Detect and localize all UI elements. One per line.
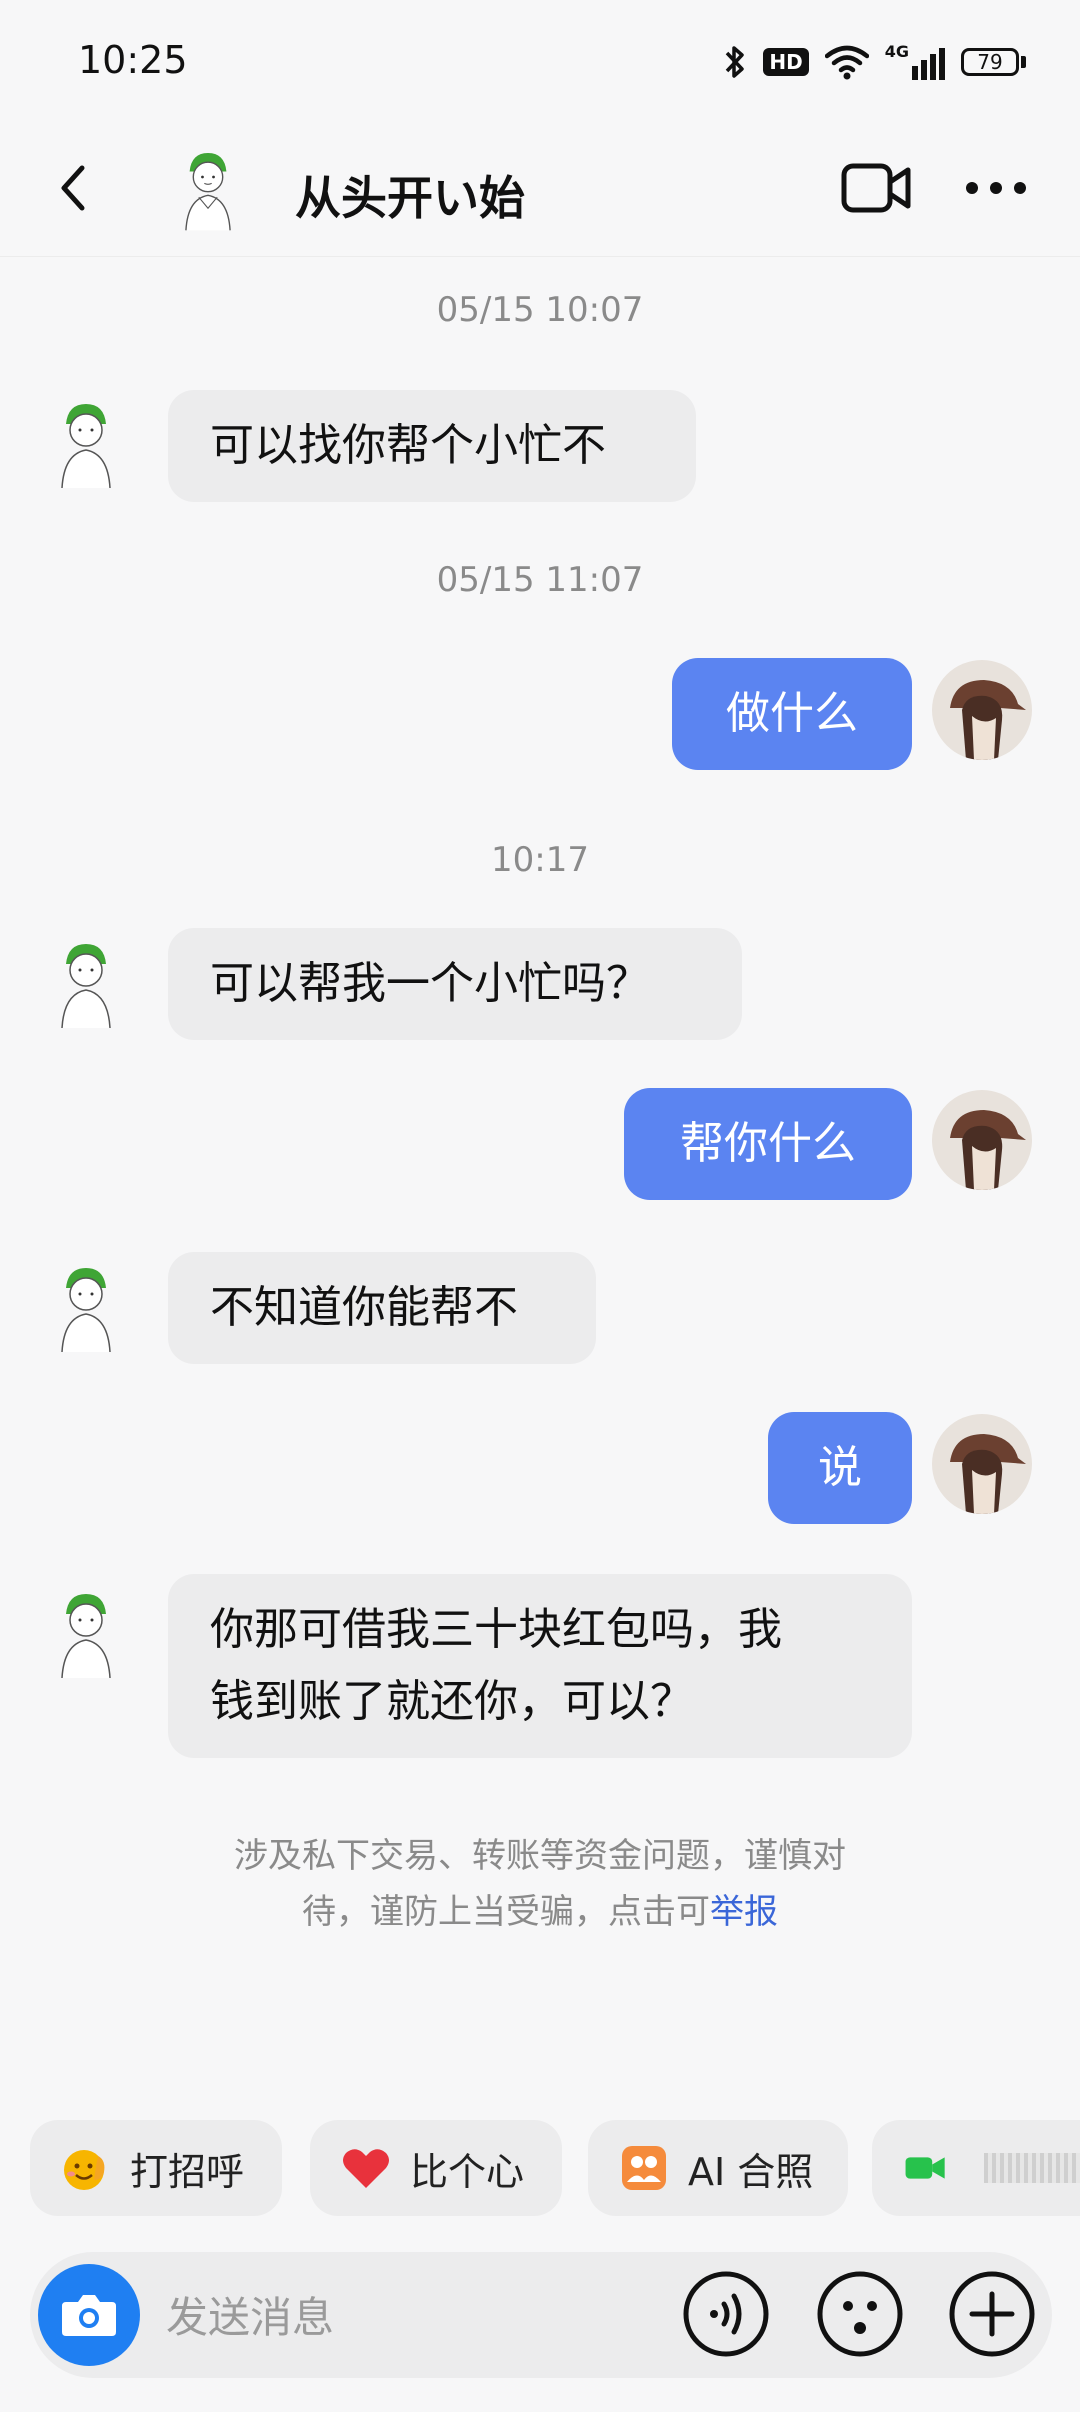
add-icon[interactable] [948,2270,1036,2358]
outgoing-message[interactable]: 说 [768,1412,912,1524]
quick-action-video[interactable] [872,2120,1080,2216]
incoming-message[interactable]: 你那可借我三十块红包吗，我 钱到账了就还你，可以？ [168,1574,912,1758]
wave-emoji-icon [64,2150,105,2190]
chat-area[interactable]: 05/15 10:07 可以找你帮个小忙不 05/15 11:07 做什么 10… [0,256,1080,2076]
user-avatar[interactable] [932,660,1032,760]
quick-action-label: AI 合照 [688,2149,814,2194]
back-icon[interactable] [50,158,102,218]
contact-avatar[interactable] [36,1256,136,1356]
outgoing-message[interactable]: 做什么 [672,658,912,770]
blurred-label [984,2153,1080,2183]
bluetooth-icon [726,46,745,78]
hd-icon: HD [763,48,809,76]
camera-icon [62,2295,116,2336]
safety-notice: 涉及私下交易、转账等资金问题，谨慎对 待，谨防上当受骗，点击可举报 [200,1828,880,1940]
timestamp: 05/15 11:07 [436,560,644,600]
status-icons: HD 4G 79 [723,40,1026,84]
contact-name[interactable]: 从头开い始 [295,162,525,228]
video-call-icon[interactable] [840,160,912,216]
notice-line: 涉及私下交易、转账等资金问题，谨慎对 [234,1836,846,1876]
incoming-message[interactable]: 不知道你能帮不 [168,1252,596,1364]
outgoing-message[interactable]: 帮你什么 [624,1088,912,1200]
contact-avatar[interactable] [36,932,136,1032]
timestamp: 10:17 [491,840,589,880]
battery-icon: 79 [961,48,1026,76]
message-input[interactable]: 发送消息 [166,2284,334,2345]
quick-action-ai-photo[interactable]: AI 合照 [588,2120,848,2216]
emoji-icon[interactable] [816,2270,904,2358]
contact-avatar[interactable] [36,1582,136,1682]
signal-4g-icon: 4G [885,44,945,80]
status-bar: 10:25 HD 4G 79 [0,0,1080,120]
message-line: 钱到账了就还你，可以？ [210,1676,694,1727]
incoming-message[interactable]: 可以帮我一个小忙吗？ [168,928,742,1040]
report-link[interactable]: 举报 [710,1892,778,1932]
voice-icon[interactable] [682,2270,770,2358]
message-line: 你那可借我三十块红包吗，我 [210,1604,782,1655]
quick-action-label: 打招呼 [130,2149,245,2194]
quick-action-wave[interactable]: 打招呼 [30,2120,282,2216]
contact-avatar[interactable] [36,392,136,492]
ai-photo-icon [622,2146,666,2190]
chat-header: 从头开い始 [0,120,1080,257]
heart-icon [343,2149,389,2188]
more-icon[interactable] [964,172,1028,204]
contact-avatar[interactable] [162,142,254,234]
wifi-icon [824,45,869,80]
video-chat-icon [905,2157,945,2179]
quick-actions-bar[interactable]: 打招呼 比个心 AI 合照 [0,2120,1080,2220]
message-input-bar: 发送消息 [30,2252,1052,2378]
timestamp: 05/15 10:07 [436,290,644,330]
user-avatar[interactable] [932,1414,1032,1514]
quick-action-label: 比个心 [410,2149,525,2194]
incoming-message[interactable]: 可以找你帮个小忙不 [168,390,696,502]
camera-button[interactable] [38,2264,140,2366]
user-avatar[interactable] [932,1090,1032,1190]
status-time: 10:25 [78,38,188,82]
notice-line: 待，谨防上当受骗，点击可举报 [302,1892,778,1932]
quick-action-heart[interactable]: 比个心 [310,2120,562,2216]
